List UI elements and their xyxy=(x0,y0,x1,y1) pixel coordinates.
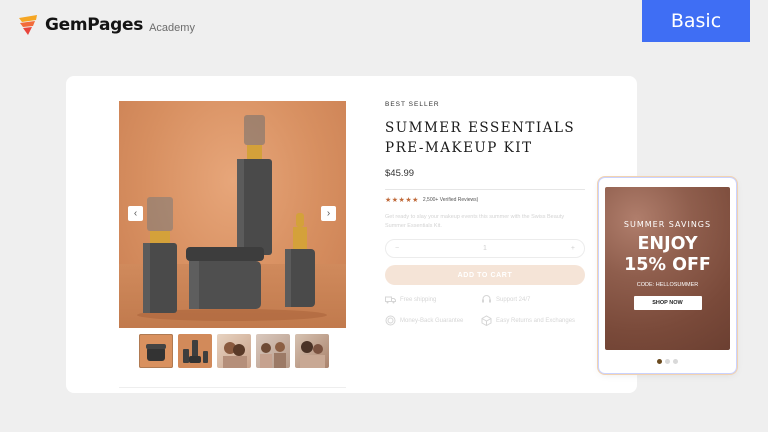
gallery-divider xyxy=(119,387,346,388)
thumbnail-1[interactable] xyxy=(139,334,173,368)
feature-label: Easy Returns and Exchanges xyxy=(496,317,576,324)
headset-icon xyxy=(482,295,491,303)
price-divider xyxy=(385,189,585,190)
product-tag: BEST SELLER xyxy=(385,101,440,108)
promo-popup: SUMMER SAVINGS ENJOY 15% OFF CODE: HELLO… xyxy=(599,178,736,373)
brand-name: GemPages xyxy=(45,15,144,35)
promo-code: CODE: HELLOSUMMER xyxy=(636,282,699,288)
brand-subtitle: Academy xyxy=(149,21,195,34)
product-main-image: ‹ › xyxy=(119,101,346,328)
carousel-dots xyxy=(599,359,736,364)
thumbnail-strip xyxy=(139,334,329,368)
carousel-dot-2[interactable] xyxy=(665,359,670,364)
product-bottles-illustration xyxy=(137,115,327,321)
truck-icon xyxy=(385,296,396,304)
promo-headline-line2: 15% OFF xyxy=(624,255,711,275)
thumbnail-5[interactable] xyxy=(295,334,329,368)
product-rating: ★★★★★ 2,500+ Verified Reviews) xyxy=(385,196,585,204)
feature-support: Support 24/7 xyxy=(481,294,585,305)
product-price: $45.99 xyxy=(385,168,415,179)
qty-decrease-button[interactable]: − xyxy=(395,245,399,252)
brand-logo-group: GemPages Academy xyxy=(17,14,195,36)
plan-badge: Basic xyxy=(642,0,750,42)
feature-returns: Easy Returns and Exchanges xyxy=(481,315,585,326)
gempages-logo-icon xyxy=(19,15,37,35)
thumbnail-2[interactable] xyxy=(178,334,212,368)
rating-stars-icon: ★★★★★ xyxy=(385,197,419,204)
add-to-cart-button[interactable]: ADD TO CART xyxy=(385,265,585,285)
feature-label: Support 24/7 xyxy=(496,296,531,303)
qty-increase-button[interactable]: + xyxy=(571,245,575,252)
gallery-prev-button[interactable]: ‹ xyxy=(128,206,143,221)
product-info: BEST SELLER SUMMER ESSENTIALS PRE-MAKEUP… xyxy=(385,101,585,326)
thumbnail-4[interactable] xyxy=(256,334,290,368)
gallery-next-button[interactable]: › xyxy=(321,206,336,221)
feature-label: Free shipping xyxy=(400,296,437,303)
product-title: SUMMER ESSENTIALS PRE-MAKEUP KIT xyxy=(385,120,576,156)
carousel-dot-3[interactable] xyxy=(673,359,678,364)
shop-now-button[interactable]: SHOP NOW xyxy=(633,296,702,310)
money-back-icon xyxy=(385,315,396,326)
quantity-stepper: − 1 + xyxy=(385,239,585,258)
feature-list: Free shipping Support 24/7 Money-Back Gu… xyxy=(385,294,585,326)
qty-value[interactable]: 1 xyxy=(483,245,487,252)
box-icon xyxy=(481,315,492,326)
carousel-dot-1[interactable] xyxy=(657,359,662,364)
product-description: Get ready to slay your makeup events thi… xyxy=(385,214,565,229)
promo-banner: SUMMER SAVINGS ENJOY 15% OFF CODE: HELLO… xyxy=(605,187,730,350)
feature-label: Money-Back Guarantee xyxy=(400,317,464,324)
promo-title: SUMMER SAVINGS xyxy=(623,220,712,229)
thumbnail-3[interactable] xyxy=(217,334,251,368)
feature-money-back: Money-Back Guarantee xyxy=(385,315,481,326)
promo-headline-line1: ENJOY xyxy=(637,234,698,254)
feature-shipping: Free shipping xyxy=(385,294,481,305)
review-count[interactable]: 2,500+ Verified Reviews) xyxy=(423,197,478,203)
